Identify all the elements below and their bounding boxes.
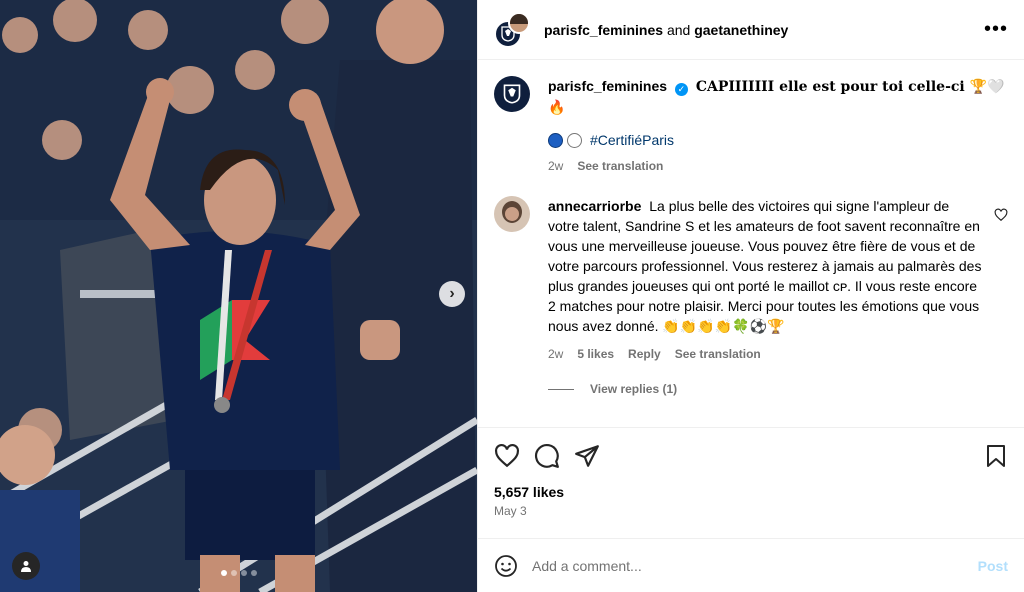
comment-see-translation[interactable]: See translation [675, 344, 761, 364]
comment-avatar[interactable] [494, 196, 530, 232]
comment-body: annecarriorbe La plus belle des victoire… [548, 196, 984, 364]
post-actions: 5,657 likes May 3 [478, 427, 1024, 518]
caption-hashtag-line: #CertifiéParis [548, 130, 1008, 150]
view-replies-button[interactable]: View replies (1) [548, 382, 1008, 396]
photo-illustration [0, 0, 477, 592]
comment-username[interactable]: annecarriorbe [548, 198, 641, 214]
heart-icon [495, 443, 519, 468]
chevron-right-icon: › [449, 285, 455, 302]
blue-circle-icon [548, 132, 563, 148]
post-comment-button[interactable]: Post [978, 558, 1008, 574]
post-date[interactable]: May 3 [494, 504, 1008, 518]
comment-item: annecarriorbe La plus belle des victoire… [494, 196, 1008, 364]
comment-like-icon[interactable] [994, 208, 1008, 222]
share-icon [575, 445, 599, 467]
comment-button[interactable] [534, 436, 574, 476]
bookmark-icon [987, 445, 1005, 467]
likes-count[interactable]: 5,657 likes [494, 484, 1008, 500]
more-icon: ••• [983, 18, 1008, 40]
header-collaborator[interactable]: gaetanethiney [694, 22, 788, 38]
caption-username[interactable]: parisfc_feminines [548, 78, 667, 94]
post-photo[interactable]: › [0, 0, 477, 592]
post-dialog: › parisfc_feminines and gaetanethiney ••… [0, 0, 1024, 592]
carousel-dot [240, 570, 247, 576]
next-slide-button[interactable]: › [439, 281, 465, 307]
share-button[interactable] [574, 436, 614, 476]
comment-input[interactable] [532, 557, 978, 574]
reply-button[interactable]: Reply [628, 344, 661, 364]
more-options-button[interactable]: ••• [984, 18, 1008, 41]
post-header: parisfc_feminines and gaetanethiney ••• [478, 0, 1024, 60]
comment-icon [535, 444, 559, 468]
tagged-users-button[interactable] [12, 552, 40, 580]
caption-body: parisfc_feminines ✓ CAPIIIIIII elle est … [548, 76, 1008, 176]
caption-time[interactable]: 2w [548, 156, 563, 176]
collab-avatars[interactable] [494, 11, 530, 48]
caption-meta: 2w See translation [548, 156, 1008, 176]
caption-avatar[interactable] [494, 76, 530, 112]
comment-meta: 2w 5 likes Reply See translation [548, 344, 984, 364]
comment-likes[interactable]: 5 likes [577, 344, 614, 364]
comments-section[interactable]: parisfc_feminines ✓ CAPIIIIIII elle est … [478, 60, 1024, 427]
collaborator-avatar[interactable] [508, 11, 530, 34]
replies-divider [548, 388, 574, 390]
header-connector: and [666, 21, 691, 38]
club-crest-icon [503, 84, 521, 104]
verified-icon: ✓ [674, 83, 688, 96]
carousel-dot [250, 570, 257, 576]
post-side-panel: parisfc_feminines and gaetanethiney ••• [477, 0, 1024, 592]
caption: parisfc_feminines ✓ CAPIIIIIII elle est … [494, 76, 1008, 176]
comment-text: La plus belle des victoires qui signe l'… [548, 198, 982, 334]
header-usernames: parisfc_feminines and gaetanethiney [544, 22, 984, 38]
carousel-dot [230, 570, 237, 576]
hashtag-link[interactable]: #CertifiéParis [590, 130, 674, 150]
white-circle-icon [567, 132, 582, 148]
user-tag-icon [21, 561, 31, 572]
action-icons [494, 436, 1008, 476]
carousel-dot [220, 570, 227, 576]
like-button[interactable] [494, 436, 534, 476]
comment-time[interactable]: 2w [548, 344, 563, 364]
caption-see-translation[interactable]: See translation [577, 156, 663, 176]
save-button[interactable] [968, 436, 1008, 476]
header-username[interactable]: parisfc_feminines [544, 22, 663, 38]
add-comment-bar: Post [478, 538, 1024, 592]
emoji-icon[interactable] [494, 554, 518, 578]
view-replies-label: View replies (1) [590, 382, 678, 396]
carousel-indicator [220, 570, 257, 576]
